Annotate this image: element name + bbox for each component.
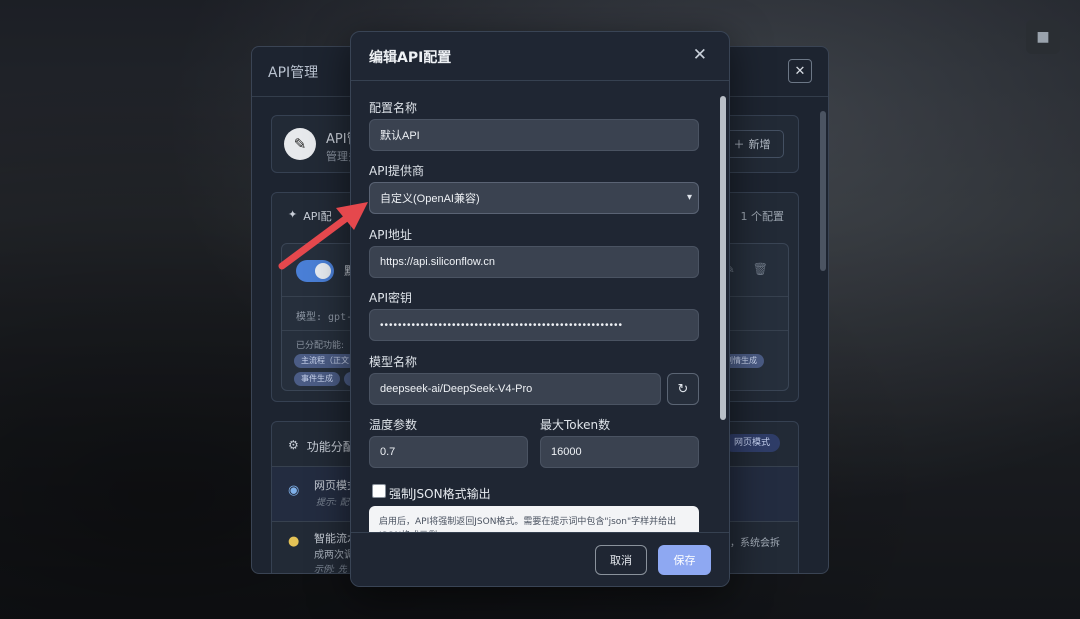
modal-scrollbar-thumb[interactable] [720, 96, 726, 420]
config-name-label: 配置名称 [369, 101, 418, 115]
close-icon[interactable]: ✕ [693, 45, 707, 65]
temperature-input[interactable]: 0.7 [369, 436, 528, 468]
save-button[interactable]: 保存 [658, 545, 711, 575]
annotation-arrow-icon [278, 202, 368, 270]
modal-title: 编辑API配置 [369, 50, 452, 66]
max-tokens-label: 最大Token数 [540, 418, 611, 432]
config-item-actions: ✎ 🗑 [725, 262, 768, 276]
model-name-input[interactable]: deepseek-ai/DeepSeek-V4-Pro [369, 373, 661, 405]
feature-card-header: ⚙ 功能分配 [288, 438, 355, 455]
refresh-icon: ↻ [677, 381, 689, 397]
smart-pipeline-right-text: ，系统会拆 [730, 538, 780, 549]
smart-pipeline-subtitle: 成两次调 [314, 550, 354, 561]
model-name-label: 模型名称 [369, 355, 418, 369]
feature-tag: 主流程（正文 [294, 354, 356, 368]
plus-icon: ＋ [733, 138, 745, 151]
edit-api-config-modal: 编辑API配置 ✕ 配置名称 默认API API提供商 自定义(OpenAI兼容… [350, 31, 730, 587]
modal-footer: 取消 保存 [351, 532, 729, 586]
config-name-input[interactable]: 默认API [369, 119, 699, 151]
provider-label: API提供商 [369, 164, 424, 178]
globe-icon: ◉ [288, 483, 300, 498]
assigned-features-label: 已分配功能: [296, 341, 345, 351]
force-json-checkbox[interactable] [372, 484, 386, 498]
provider-select[interactable]: 自定义(OpenAI兼容) ▾ [369, 182, 699, 214]
smart-pipeline-hint: 示例: 先 [314, 565, 347, 574]
modal-body: 配置名称 默认API API提供商 自定义(OpenAI兼容) ▾ API地址 … [351, 82, 729, 534]
chevron-down-icon: ▾ [686, 192, 692, 203]
refresh-models-button[interactable]: ↻ [667, 373, 699, 405]
trash-icon[interactable]: 🗑 [753, 262, 768, 276]
lightbulb-icon: ● [288, 534, 300, 549]
modal-header: 编辑API配置 ✕ [351, 32, 729, 81]
feature-tag: 事件生成 [294, 372, 340, 386]
panel-title: API管理 [268, 64, 319, 81]
feature-card-title: 功能分配 [306, 440, 355, 454]
cancel-button[interactable]: 取消 [595, 545, 647, 575]
provider-select-value: 自定义(OpenAI兼容) [380, 193, 480, 205]
plug-icon: ✎ [284, 128, 316, 160]
api-url-input[interactable]: https://api.siliconflow.cn [369, 246, 699, 278]
config-item-model: 模型: gpt- [296, 312, 353, 323]
api-key-input[interactable]: ••••••••••••••••••••••••••••••••••••••••… [369, 309, 699, 341]
close-icon[interactable]: ✕ [788, 59, 812, 83]
force-json-label: 强制JSON格式输出 [389, 487, 491, 501]
add-button-label: 新增 [748, 138, 771, 151]
max-tokens-input[interactable]: 16000 [540, 436, 699, 468]
panel-scrollbar[interactable] [820, 111, 826, 271]
web-mode-badge: 网页模式 [723, 434, 780, 452]
web-mode-hint: 提示: 配 [316, 498, 349, 508]
api-key-label: API密钥 [369, 291, 412, 305]
corner-square-icon[interactable]: ■ [1026, 20, 1060, 54]
config-count: 1 个配置 [740, 210, 785, 223]
gear-icon: ⚙ [288, 438, 299, 452]
temperature-label: 温度参数 [369, 418, 418, 432]
